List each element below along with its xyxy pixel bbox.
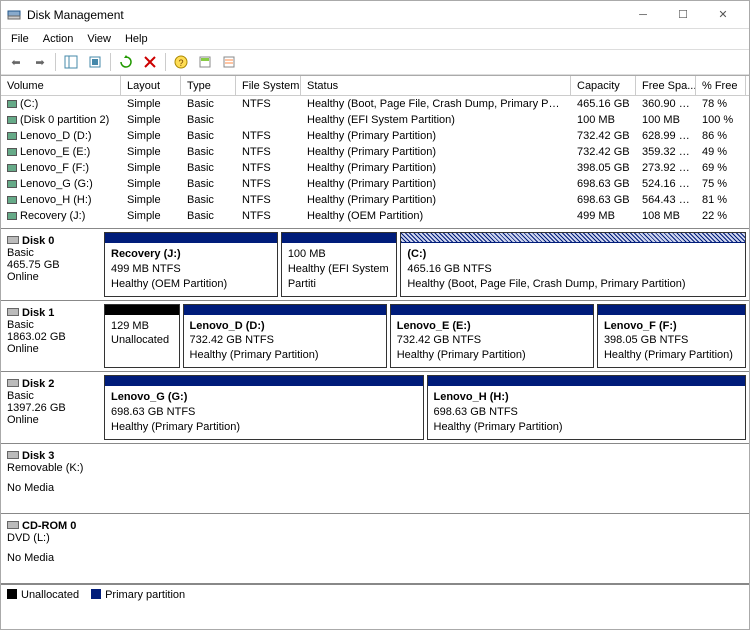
menu-action[interactable]: Action xyxy=(37,31,80,47)
partition-container: Recovery (J:)499 MB NTFSHealthy (OEM Par… xyxy=(101,229,749,300)
partition[interactable]: Lenovo_F (F:)398.05 GB NTFSHealthy (Prim… xyxy=(597,304,746,369)
partition[interactable]: 100 MBHealthy (EFI System Partiti xyxy=(281,232,398,297)
volume-icon xyxy=(7,116,17,124)
svg-text:?: ? xyxy=(178,58,183,68)
volume-icon xyxy=(7,196,17,204)
col-pctfree[interactable]: % Free xyxy=(696,76,746,95)
disk-icon xyxy=(7,308,19,316)
table-row[interactable]: Recovery (J:)SimpleBasicNTFSHealthy (OEM… xyxy=(1,208,749,224)
col-capacity[interactable]: Capacity xyxy=(571,76,636,95)
partition[interactable]: Lenovo_D (D:)732.42 GB NTFSHealthy (Prim… xyxy=(183,304,387,369)
close-button[interactable]: ✕ xyxy=(703,2,743,28)
settings-icon[interactable] xyxy=(84,51,106,73)
window-title: Disk Management xyxy=(27,8,623,22)
col-filesystem[interactable]: File System xyxy=(236,76,301,95)
menu-help[interactable]: Help xyxy=(119,31,154,47)
disk-icon xyxy=(7,379,19,387)
app-icon xyxy=(7,8,21,22)
disk-row: Disk 2Basic1397.26 GBOnlineLenovo_G (G:)… xyxy=(1,372,749,444)
disk-row: CD-ROM 0DVD (L:)No Media xyxy=(1,514,749,584)
volume-icon xyxy=(7,212,17,220)
partition-bar xyxy=(428,376,746,386)
separator xyxy=(110,53,111,71)
partition[interactable]: (C:)465.16 GB NTFSHealthy (Boot, Page Fi… xyxy=(400,232,746,297)
help-icon[interactable]: ? xyxy=(170,51,192,73)
back-button[interactable]: ⬅ xyxy=(5,51,27,73)
partition[interactable]: 129 MBUnallocated xyxy=(104,304,180,369)
table-row[interactable]: Lenovo_G (G:)SimpleBasicNTFSHealthy (Pri… xyxy=(1,176,749,192)
forward-button[interactable]: ➡ xyxy=(29,51,51,73)
list-icon[interactable] xyxy=(218,51,240,73)
partition[interactable]: Lenovo_H (H:)698.63 GB NTFSHealthy (Prim… xyxy=(427,375,747,440)
refresh-icon[interactable] xyxy=(115,51,137,73)
maximize-button[interactable]: ☐ xyxy=(663,2,703,28)
disk-icon xyxy=(7,521,19,529)
table-row[interactable]: Lenovo_F (F:)SimpleBasicNTFSHealthy (Pri… xyxy=(1,160,749,176)
table-row[interactable]: Lenovo_D (D:)SimpleBasicNTFSHealthy (Pri… xyxy=(1,128,749,144)
disk-icon xyxy=(7,451,19,459)
partition-container xyxy=(101,444,749,513)
table-row[interactable]: Lenovo_E (E:)SimpleBasicNTFSHealthy (Pri… xyxy=(1,144,749,160)
table-row[interactable]: (C:)SimpleBasicNTFSHealthy (Boot, Page F… xyxy=(1,96,749,112)
partition-container xyxy=(101,514,749,583)
no-media-area xyxy=(104,517,746,580)
col-volume[interactable]: Volume xyxy=(1,76,121,95)
partition-bar xyxy=(282,233,397,243)
partition-bar xyxy=(184,305,386,315)
partition-container: 129 MBUnallocatedLenovo_D (D:)732.42 GB … xyxy=(101,301,749,372)
col-layout[interactable]: Layout xyxy=(121,76,181,95)
menu-file[interactable]: File xyxy=(5,31,35,47)
disk-row: Disk 3Removable (K:)No Media xyxy=(1,444,749,514)
volume-table: Volume Layout Type File System Status Ca… xyxy=(1,75,749,224)
disk-info[interactable]: CD-ROM 0DVD (L:)No Media xyxy=(1,514,101,583)
partition[interactable]: Recovery (J:)499 MB NTFSHealthy (OEM Par… xyxy=(104,232,278,297)
partition-bar xyxy=(105,376,423,386)
titlebar: Disk Management ─ ☐ ✕ xyxy=(1,1,749,29)
disk-info[interactable]: Disk 3Removable (K:)No Media xyxy=(1,444,101,513)
partition[interactable]: Lenovo_G (G:)698.63 GB NTFSHealthy (Prim… xyxy=(104,375,424,440)
disk-row: Disk 0Basic465.75 GBOnlineRecovery (J:)4… xyxy=(1,229,749,301)
separator xyxy=(165,53,166,71)
properties-icon[interactable] xyxy=(194,51,216,73)
partition-container: Lenovo_G (G:)698.63 GB NTFSHealthy (Prim… xyxy=(101,372,749,443)
toolbar: ⬅ ➡ ? xyxy=(1,49,749,75)
separator xyxy=(55,53,56,71)
table-row[interactable]: Lenovo_H (H:)SimpleBasicNTFSHealthy (Pri… xyxy=(1,192,749,208)
volume-icon xyxy=(7,100,17,108)
no-media-area xyxy=(104,447,746,510)
table-body: (C:)SimpleBasicNTFSHealthy (Boot, Page F… xyxy=(1,96,749,224)
disk-info[interactable]: Disk 1Basic1863.02 GBOnline xyxy=(1,301,101,372)
volume-icon xyxy=(7,180,17,188)
table-row[interactable]: (Disk 0 partition 2)SimpleBasicHealthy (… xyxy=(1,112,749,128)
disk-info[interactable]: Disk 2Basic1397.26 GBOnline xyxy=(1,372,101,443)
menubar: File Action View Help xyxy=(1,29,749,49)
show-hide-icon[interactable] xyxy=(60,51,82,73)
disk-info[interactable]: Disk 0Basic465.75 GBOnline xyxy=(1,229,101,300)
disk-icon xyxy=(7,236,19,244)
partition[interactable]: Lenovo_E (E:)732.42 GB NTFSHealthy (Prim… xyxy=(390,304,594,369)
partition-bar xyxy=(401,233,745,243)
partition-bar xyxy=(105,305,179,315)
col-free[interactable]: Free Spa... xyxy=(636,76,696,95)
col-type[interactable]: Type xyxy=(181,76,236,95)
legend-unallocated: Unallocated xyxy=(7,589,79,601)
menu-view[interactable]: View xyxy=(81,31,117,47)
volume-icon xyxy=(7,164,17,172)
legend: Unallocated Primary partition xyxy=(1,584,749,606)
minimize-button[interactable]: ─ xyxy=(623,2,663,28)
volume-icon xyxy=(7,148,17,156)
partition-bar xyxy=(391,305,593,315)
volume-icon xyxy=(7,132,17,140)
col-status[interactable]: Status xyxy=(301,76,571,95)
legend-primary: Primary partition xyxy=(91,589,185,601)
disk-row: Disk 1Basic1863.02 GBOnline129 MBUnalloc… xyxy=(1,301,749,373)
disk-graphical-view: Disk 0Basic465.75 GBOnlineRecovery (J:)4… xyxy=(1,228,749,584)
delete-icon[interactable] xyxy=(139,51,161,73)
table-header: Volume Layout Type File System Status Ca… xyxy=(1,76,749,96)
partition-bar xyxy=(105,233,277,243)
partition-bar xyxy=(598,305,745,315)
